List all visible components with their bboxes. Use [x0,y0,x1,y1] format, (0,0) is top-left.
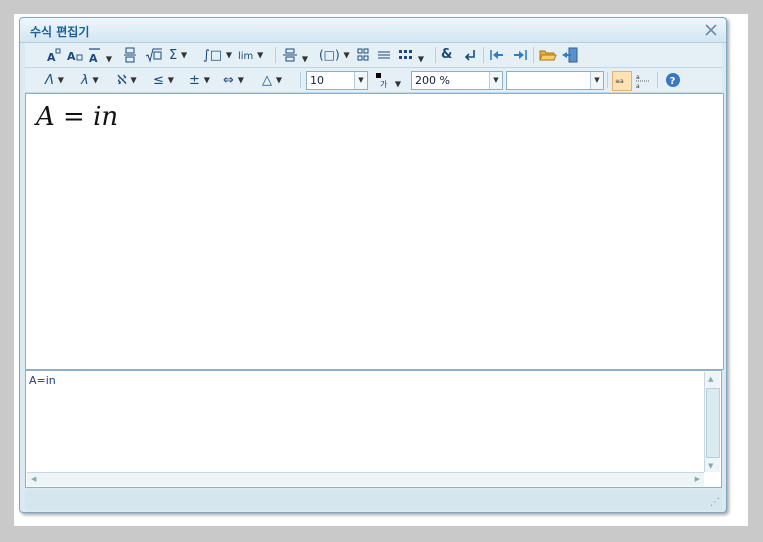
script-source-area[interactable]: A=in ▲ ▼ ◀ ▶ [25,370,722,488]
matrix-icon[interactable]: ▼ [398,47,424,64]
close-icon[interactable] [704,22,718,36]
greek-upper-icon[interactable]: Λ ▼ [45,72,64,88]
chevron-down-icon[interactable]: ▼ [93,76,99,85]
integral-icon[interactable]: ∫□ ▼ [203,47,232,63]
chevron-down-icon[interactable]: ▼ [257,51,263,60]
move-right-icon[interactable] [512,47,528,63]
save-icon[interactable] [561,47,579,63]
svg-text:a: a [636,83,640,90]
resize-grip-icon[interactable]: ⋰ [710,497,720,508]
chevron-down-icon[interactable]: ▼ [418,55,424,64]
zoom-value: 200 % [415,74,450,87]
formula-editor-area[interactable]: A = in [25,93,724,370]
greek-lower-icon[interactable]: λ ▼ [81,72,99,88]
toolbar-row-2: Λ ▼ λ ▼ ℵ ▼ ≤ ▼ ± ▼ ⇔ ▼ △ ▼ 10 ▼ 가 ▼ 200… [25,68,722,93]
script-source-text: A=in [29,374,56,387]
misc-symbol-icon[interactable]: △ ▼ [262,72,282,88]
chevron-down-icon[interactable]: ▼ [204,76,210,85]
svg-text:A: A [67,50,76,63]
status-bar: ⋰ [25,490,722,510]
toolbar-separator [435,47,436,63]
font-size-value: 10 [310,74,324,87]
toolbar-separator [533,47,534,63]
ampersand-icon[interactable]: & [441,47,452,63]
toolbar-row-1: A A A ▼ Σ ▼ ∫□ ▼ lim ▼ ▼ (□) ▼ ▼ & [25,43,722,68]
svg-text:a: a [636,74,640,81]
chevron-down-icon[interactable]: ▼ [489,72,502,89]
rendered-formula: A = in [36,102,118,132]
chevron-down-icon[interactable]: ▼ [276,76,282,85]
open-folder-icon[interactable] [539,47,557,63]
fraction-icon[interactable] [123,47,137,63]
font-size-select[interactable]: 10 ▼ [306,71,368,90]
sigma-icon[interactable]: Σ ▼ [169,47,187,63]
chevron-down-icon[interactable]: ▼ [238,76,244,85]
radical-icon[interactable] [145,47,163,63]
dialog-title: 수식 편집기 [30,25,90,39]
subscript-icon[interactable]: A [66,47,84,63]
chevron-down-icon[interactable]: ▼ [354,72,367,89]
scroll-up-icon[interactable]: ▲ [708,375,713,383]
toolbar-separator [657,72,658,88]
chevron-down-icon[interactable]: ▼ [106,55,112,64]
svg-text:?: ? [670,76,676,87]
superscript-icon[interactable]: A [46,47,62,64]
toolbar-separator [607,72,608,88]
toolbar-separator [300,72,301,88]
inline-mode-icon[interactable]: ≡a [612,71,632,91]
move-left-icon[interactable] [489,47,505,63]
svg-text:A: A [89,52,98,63]
svg-text:A: A [47,51,56,63]
horizontal-scrollbar[interactable]: ◀ ▶ [27,472,704,486]
parenthesis-icon[interactable]: (□) ▼ [319,47,350,63]
title-bar: 수식 편집기 [20,18,726,43]
bracket-layout-icon[interactable]: ▼ [282,47,308,64]
toolbar-separator [483,47,484,63]
scroll-left-icon[interactable]: ◀ [31,475,36,483]
formula-equals: = [63,102,85,132]
chevron-down-icon[interactable]: ▼ [131,76,137,85]
chevron-down-icon[interactable]: ▼ [302,55,308,64]
vertical-scrollbar[interactable]: ▲ ▼ [704,372,720,472]
vertical-scroll-thumb[interactable] [706,388,720,458]
arrow-icon[interactable]: ⇔ ▼ [223,72,244,88]
operator-icon[interactable]: ± ▼ [189,72,210,88]
chevron-down-icon[interactable]: ▼ [168,76,174,85]
text-color-icon[interactable]: 가 ▼ [375,72,401,89]
help-icon[interactable]: ? [665,72,681,88]
relation-icon[interactable]: ≤ ▼ [153,72,174,88]
limit-icon[interactable]: lim ▼ [238,47,263,63]
color-glyph: 가 [380,80,388,88]
matrix-row-icon[interactable] [377,47,391,63]
line-break-icon[interactable] [463,47,477,63]
chevron-down-icon[interactable]: ▼ [58,76,64,85]
toolbar-separator [275,47,276,63]
formula-lhs: A [36,102,55,132]
chevron-down-icon[interactable]: ▼ [395,80,401,89]
scroll-down-icon[interactable]: ▼ [708,462,713,470]
scroll-right-icon[interactable]: ▶ [695,475,700,483]
chevron-down-icon[interactable]: ▼ [344,51,350,60]
formula-rhs: in [93,102,119,132]
matrix-col-icon[interactable] [355,47,371,63]
zoom-select[interactable]: 200 % ▼ [411,71,503,90]
chevron-down-icon[interactable]: ▼ [226,51,232,60]
display-mode-icon[interactable]: aa [635,72,651,90]
chevron-down-icon[interactable]: ▼ [181,51,187,60]
decoration-icon[interactable]: A ▼ [88,47,112,65]
font-name-select[interactable]: ▼ [506,71,604,90]
hebrew-icon[interactable]: ℵ ▼ [117,72,137,88]
page-background: 수식 편집기 A A A ▼ Σ ▼ ∫□ ▼ lim ▼ ▼ (□) ▼ ▼ … [14,14,748,526]
svg-text:≡a: ≡a [615,78,624,85]
chevron-down-icon[interactable]: ▼ [590,72,603,89]
equation-editor-dialog: 수식 편집기 A A A ▼ Σ ▼ ∫□ ▼ lim ▼ ▼ (□) ▼ ▼ … [19,17,727,513]
